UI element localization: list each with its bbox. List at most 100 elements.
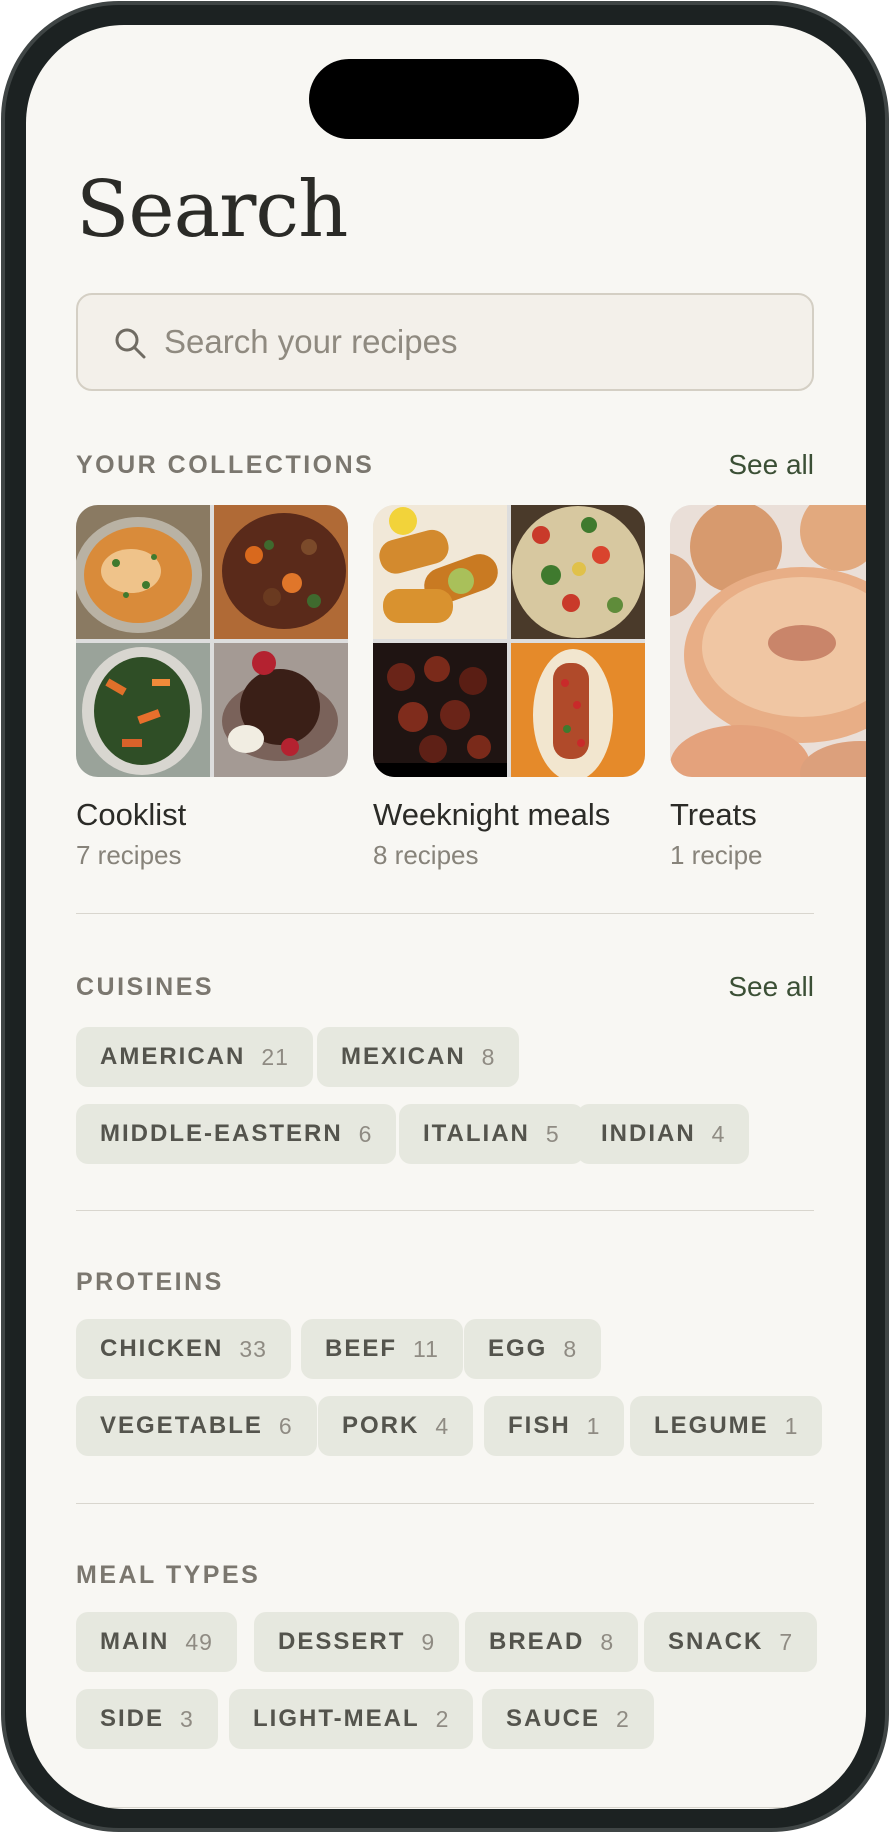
collection-card-cooklist[interactable]: Cooklist 7 recipes (76, 505, 348, 873)
dynamic-island (309, 59, 579, 139)
chip-label: DESSERT (278, 1628, 406, 1655)
chip-count: 4 (711, 1120, 726, 1147)
screen: Search YOUR COLLECTIONS See all (26, 25, 866, 1809)
chip-chicken[interactable]: CHICKEN 33 (76, 1319, 291, 1379)
chip-count: 1 (586, 1412, 601, 1439)
proteins-header: PROTEINS (76, 1262, 814, 1302)
chip-mexican[interactable]: MEXICAN 8 (317, 1027, 520, 1087)
collection-thumbnail (373, 505, 645, 777)
page-title: Search (76, 165, 348, 255)
phone-device: Search YOUR COLLECTIONS See all (0, 0, 892, 1835)
chip-label: MIDDLE-EASTERN (100, 1120, 343, 1147)
glazed-pork-photo (373, 643, 507, 777)
search-input[interactable] (162, 295, 764, 389)
collection-card-weeknight-meals[interactable]: Weeknight meals 8 recipes (373, 505, 645, 873)
chip-count: 21 (261, 1043, 289, 1070)
fried-chicken-photo (373, 505, 507, 639)
chip-dessert[interactable]: DESSERT 9 (254, 1612, 460, 1672)
chip-label: PORK (342, 1412, 420, 1439)
chip-label: LIGHT-MEAL (253, 1705, 420, 1732)
chip-label: INDIAN (601, 1120, 696, 1147)
chip-label: SIDE (100, 1705, 165, 1732)
chip-label: EGG (488, 1335, 548, 1362)
chip-count: 6 (278, 1412, 293, 1439)
chip-sauce[interactable]: SAUCE 2 (482, 1689, 654, 1749)
chip-count: 8 (563, 1335, 578, 1362)
collection-count: 8 recipes (373, 840, 479, 870)
curry-photo (76, 505, 210, 639)
collection-count: 7 recipes (76, 840, 182, 870)
meal-types-header: MEAL TYPES (76, 1555, 814, 1595)
chip-indian[interactable]: INDIAN 4 (577, 1104, 750, 1164)
collection-name: Cooklist (76, 797, 187, 832)
stew-photo (214, 505, 348, 639)
divider (76, 1503, 814, 1504)
chip-vegetable[interactable]: VEGETABLE 6 (76, 1396, 317, 1456)
collections-header: YOUR COLLECTIONS See all (76, 445, 814, 485)
chip-count: 3 (180, 1705, 194, 1732)
chip-light-meal[interactable]: LIGHT-MEAL 2 (229, 1689, 474, 1749)
divider (76, 913, 814, 914)
chip-bread[interactable]: BREAD 8 (465, 1612, 639, 1672)
chip-label: MAIN (100, 1628, 170, 1655)
chip-count: 2 (616, 1705, 630, 1732)
chip-pork[interactable]: PORK 4 (318, 1396, 474, 1456)
collection-name: Treats (670, 797, 757, 832)
chip-american[interactable]: AMERICAN 21 (76, 1027, 313, 1087)
chip-label: ITALIAN (423, 1120, 530, 1147)
chip-middle-eastern[interactable]: MIDDLE-EASTERN 6 (76, 1104, 397, 1164)
chip-label: BREAD (489, 1628, 585, 1655)
chip-label: SNACK (668, 1628, 764, 1655)
chip-main[interactable]: MAIN 49 (76, 1612, 237, 1672)
chip-count: 4 (435, 1412, 450, 1439)
cuisines-header: CUISINES See all (76, 967, 814, 1007)
proteins-label: PROTEINS (76, 1268, 224, 1296)
chip-label: FISH (508, 1412, 571, 1439)
chip-count: 2 (435, 1705, 450, 1732)
collection-name: Weeknight meals (373, 797, 611, 832)
collection-thumbnail (76, 505, 348, 777)
cuisines-see-all-link[interactable]: See all (728, 967, 814, 1007)
lava-cake-photo (214, 643, 348, 777)
chip-beef[interactable]: BEEF 11 (301, 1319, 463, 1379)
chip-count: 33 (239, 1335, 267, 1362)
chip-side[interactable]: SIDE 3 (76, 1689, 218, 1749)
salad-photo (76, 643, 210, 777)
pasta-salad-photo (511, 505, 645, 639)
cuisines-label: CUISINES (76, 973, 215, 1001)
search-icon (115, 328, 146, 359)
chip-count: 6 (358, 1120, 373, 1147)
chip-count: 5 (545, 1120, 560, 1147)
collections-see-all-link[interactable]: See all (728, 445, 814, 485)
chip-label: LEGUME (654, 1412, 769, 1439)
collections-label: YOUR COLLECTIONS (76, 451, 375, 479)
bottom-divider (76, 1807, 816, 1808)
chip-count: 7 (779, 1628, 794, 1655)
chip-label: MEXICAN (341, 1043, 466, 1070)
chip-label: SAUCE (506, 1705, 601, 1732)
chip-label: CHICKEN (100, 1335, 224, 1362)
chip-count: 8 (600, 1628, 615, 1655)
chip-label: VEGETABLE (100, 1412, 263, 1439)
chip-italian[interactable]: ITALIAN 5 (399, 1104, 584, 1164)
chip-snack[interactable]: SNACK 7 (644, 1612, 818, 1672)
divider (76, 1210, 814, 1211)
chip-fish[interactable]: FISH 1 (484, 1396, 625, 1456)
search-bar[interactable] (76, 293, 814, 391)
chip-count: 49 (185, 1628, 213, 1655)
chip-count: 9 (421, 1628, 436, 1655)
chip-count: 11 (413, 1335, 439, 1362)
chip-egg[interactable]: EGG 8 (464, 1319, 602, 1379)
chip-count: 8 (481, 1043, 496, 1070)
meal-types-label: MEAL TYPES (76, 1561, 261, 1589)
chip-label: AMERICAN (100, 1043, 246, 1070)
chip-label: BEEF (325, 1335, 398, 1362)
chip-count: 1 (784, 1412, 799, 1439)
collection-card-treats[interactable]: Treats 1 recipe (670, 505, 866, 873)
collections-carousel[interactable]: Cooklist 7 recipes Weeknight meals 8 rec… (76, 505, 866, 875)
kebab-plate-photo (511, 643, 645, 777)
donut-photo (670, 505, 866, 777)
collection-count: 1 recipe (670, 840, 763, 870)
collection-thumbnail (670, 505, 866, 777)
chip-legume[interactable]: LEGUME 1 (630, 1396, 823, 1456)
